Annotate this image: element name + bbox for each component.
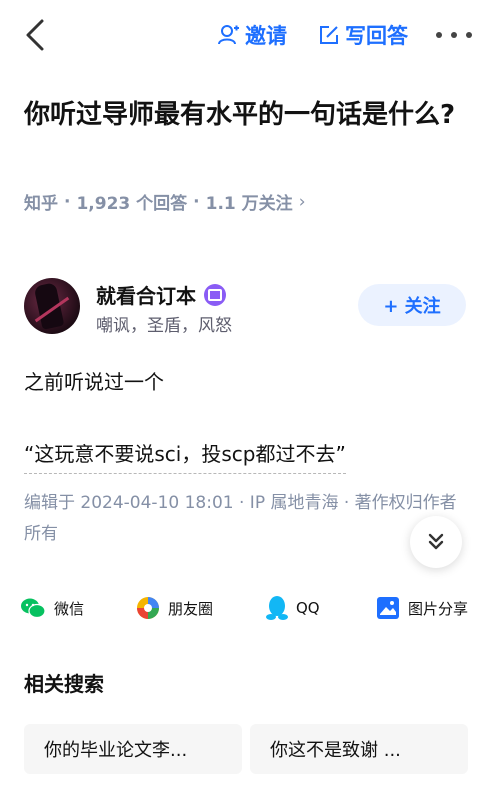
share-wechat[interactable]: 微信 xyxy=(20,590,84,626)
question-meta[interactable]: 知乎 · 1,923 个回答 · 1.1 万关注 › xyxy=(24,189,306,215)
answer-paragraph: 之前听说过一个 xyxy=(24,370,164,394)
share-image[interactable]: 图片分享 xyxy=(376,590,468,626)
answer-quote: “这玩意不要说sci，投scp都过不去” xyxy=(24,438,346,474)
author-name: 就看合订本 xyxy=(96,284,196,308)
more-dot-icon xyxy=(466,32,472,38)
expand-button[interactable] xyxy=(410,516,462,568)
author-row: 就看合订本 嘲讽，圣盾，风怒 + 关注 xyxy=(24,278,470,338)
more-dot-icon xyxy=(451,32,457,38)
wechat-icon xyxy=(21,598,46,619)
image-icon xyxy=(377,597,399,619)
follower-count: 1.1 万关注 xyxy=(205,194,293,214)
meta-separator: · xyxy=(193,191,200,212)
share-image-label: 图片分享 xyxy=(408,599,469,618)
share-moments[interactable]: 朋友圈 xyxy=(136,590,213,626)
add-user-icon xyxy=(218,25,239,45)
share-wechat-label: 微信 xyxy=(54,599,85,618)
double-chevron-down-icon xyxy=(428,533,444,550)
share-bar: 微信 朋友圈 QQ 图片分享 xyxy=(0,590,490,626)
more-dot-icon xyxy=(436,32,442,38)
related-search-item[interactable]: 你这不是致谢 ... xyxy=(250,724,468,774)
edit-info: 编辑于 2024-04-10 18:01 · IP 属地青海 · 著作权归作者所… xyxy=(24,493,457,544)
question-title[interactable]: 你听过导师最有水平的一句话是什么? xyxy=(24,96,470,134)
chevron-left-icon xyxy=(26,19,44,51)
share-qq-label: QQ xyxy=(296,599,320,617)
related-search-item[interactable]: 你的毕业论文李... xyxy=(24,724,242,774)
meta-separator: · xyxy=(64,191,71,212)
qq-icon xyxy=(266,596,288,620)
invite-button[interactable]: 邀请 xyxy=(218,20,287,50)
author-bio: 嘲讽，圣盾，风怒 xyxy=(96,316,232,336)
top-bar: 邀请 写回答 xyxy=(0,0,490,70)
write-answer-button[interactable]: 写回答 xyxy=(318,20,408,50)
invite-label: 邀请 xyxy=(245,24,287,48)
source-label: 知乎 xyxy=(24,194,58,214)
verified-badge-icon xyxy=(204,283,226,306)
more-menu-button[interactable] xyxy=(436,20,472,50)
chevron-right-icon: › xyxy=(298,191,306,212)
avatar-figure xyxy=(33,282,65,330)
back-button[interactable] xyxy=(22,18,52,52)
share-qq[interactable]: QQ xyxy=(266,590,320,626)
follow-button[interactable]: + 关注 xyxy=(358,284,466,326)
avatar[interactable] xyxy=(24,278,80,334)
related-search-title: 相关搜索 xyxy=(24,672,104,696)
write-answer-label: 写回答 xyxy=(345,24,408,48)
answer-count: 1,923 个回答 xyxy=(76,194,188,214)
author-name-row[interactable]: 就看合订本 xyxy=(96,280,226,309)
share-moments-label: 朋友圈 xyxy=(168,599,214,618)
moments-icon xyxy=(137,597,159,619)
edit-icon xyxy=(320,26,338,44)
